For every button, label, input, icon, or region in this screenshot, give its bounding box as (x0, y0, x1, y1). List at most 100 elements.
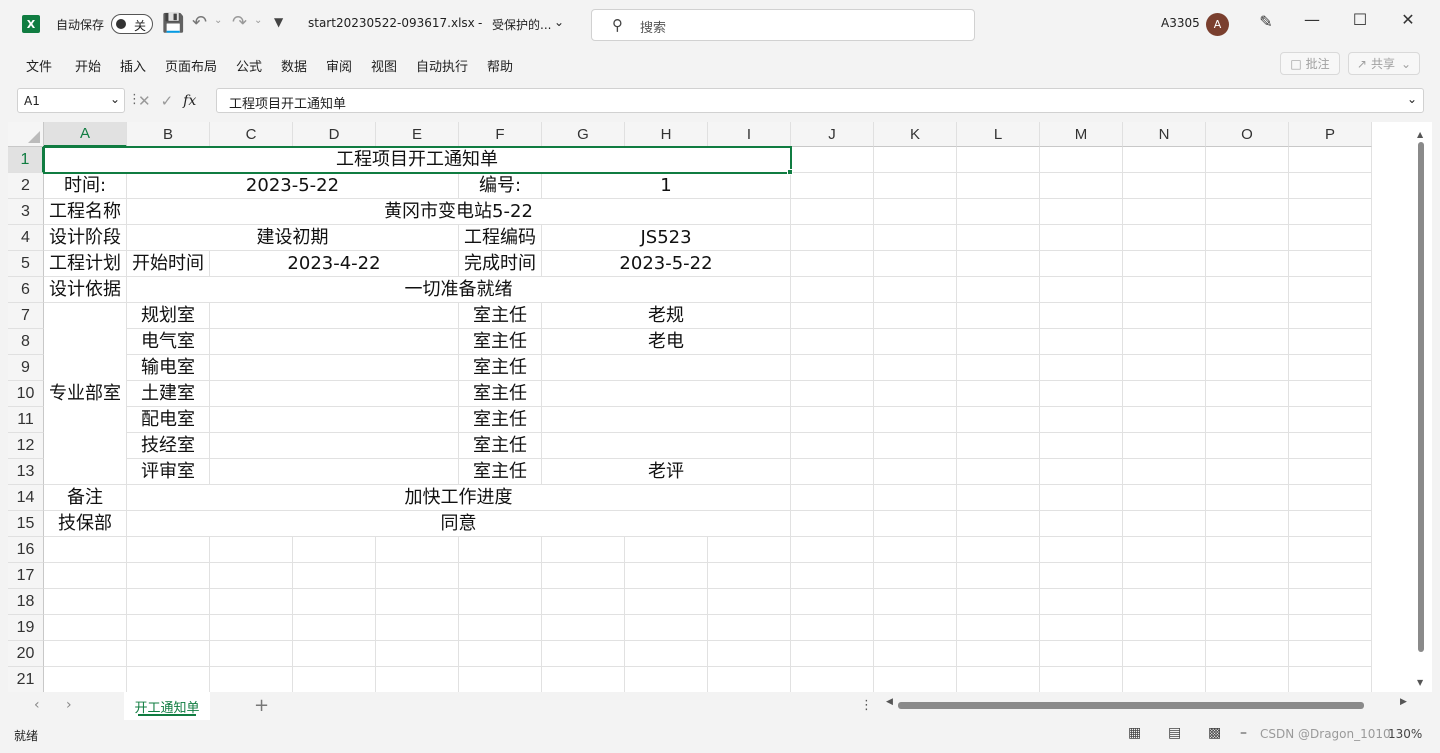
name-box[interactable]: A1 ⌄ (17, 88, 125, 113)
zoom-out-icon[interactable]: – (1240, 725, 1247, 741)
row-header-10[interactable]: 10 (8, 381, 44, 407)
menu-formulas[interactable]: 公式 (236, 56, 262, 75)
cell-time-label[interactable]: 时间: (44, 173, 126, 198)
row-header-5[interactable]: 5 (8, 251, 44, 277)
cancel-icon[interactable]: ✕ (138, 92, 151, 110)
close-button[interactable]: ✕ (1396, 10, 1420, 29)
column-header-g[interactable]: G (542, 122, 625, 147)
comment-button[interactable]: □ 批注 (1280, 52, 1340, 75)
column-header-b[interactable]: B (127, 122, 210, 147)
vertical-scrollbar[interactable]: ▲ ▼ (1416, 130, 1426, 692)
row-header-8[interactable]: 8 (8, 329, 44, 355)
cell-dept-name[interactable]: 电气室 (127, 329, 209, 354)
avatar[interactable]: A (1206, 13, 1229, 36)
cell-dept-blank[interactable] (210, 381, 458, 406)
fill-handle[interactable] (787, 169, 793, 175)
column-header-l[interactable]: L (957, 122, 1040, 147)
cell-dept-person[interactable] (542, 355, 790, 380)
autosave-toggle[interactable]: 关 (111, 14, 153, 34)
select-all-corner[interactable] (8, 122, 44, 147)
cell-remark-value[interactable]: 加快工作进度 (127, 485, 790, 510)
cell-dept-name[interactable]: 配电室 (127, 407, 209, 432)
column-header-n[interactable]: N (1123, 122, 1206, 147)
cell-dept-name[interactable]: 土建室 (127, 381, 209, 406)
cell-dept-label[interactable]: 专业部室 (44, 303, 126, 484)
protected-label[interactable]: 受保护的... (492, 16, 551, 33)
menu-insert[interactable]: 插入 (120, 56, 146, 75)
page-break-view-icon[interactable]: ▩ (1208, 725, 1221, 741)
cell-dept-blank[interactable] (210, 355, 458, 380)
save-icon[interactable]: 💾 (162, 13, 184, 34)
cell-start-label[interactable]: 开始时间 (127, 251, 209, 276)
cell-tech-value[interactable]: 同意 (127, 511, 790, 536)
row-header-7[interactable]: 7 (8, 303, 44, 329)
cell-project-code-value[interactable]: JS523 (542, 225, 790, 250)
share-button[interactable]: ↗ 共享 ⌄ (1348, 52, 1420, 75)
menu-file[interactable]: 文件 (26, 56, 52, 75)
column-header-m[interactable]: M (1040, 122, 1123, 147)
cell-time-value[interactable]: 2023-5-22 (127, 173, 458, 198)
undo-icon[interactable]: ↶ (192, 12, 207, 33)
cell-dept-person[interactable]: 老电 (542, 329, 790, 354)
column-header-k[interactable]: K (874, 122, 957, 147)
column-header-c[interactable]: C (210, 122, 293, 147)
sheet-tab-active[interactable]: 开工通知单 (124, 692, 210, 720)
cell-dept-role[interactable]: 室主任 (459, 459, 541, 484)
customize-toolbar-icon[interactable]: ▼ (274, 15, 283, 29)
menu-view[interactable]: 视图 (371, 56, 397, 75)
add-sheet-icon[interactable]: + (254, 695, 269, 716)
cell-tech-label[interactable]: 技保部 (44, 511, 126, 536)
undo-dropdown-icon[interactable]: ⌄ (214, 15, 222, 26)
column-header-a[interactable]: A (44, 122, 127, 147)
cell-dept-role[interactable]: 室主任 (459, 303, 541, 328)
cell-dept-role[interactable]: 室主任 (459, 433, 541, 458)
cell-design-stage-label[interactable]: 设计阶段 (44, 225, 126, 250)
column-header-e[interactable]: E (376, 122, 459, 147)
row-header-6[interactable]: 6 (8, 277, 44, 303)
cell-dept-role[interactable]: 室主任 (459, 329, 541, 354)
row-header-15[interactable]: 15 (8, 511, 44, 537)
search-box[interactable]: ⚲ 搜索 (591, 9, 975, 41)
cell-dept-blank[interactable] (210, 459, 458, 484)
expand-formula-icon[interactable]: ⌄ (1407, 92, 1417, 106)
column-header-p[interactable]: P (1289, 122, 1372, 147)
cell-dept-blank[interactable] (210, 303, 458, 328)
row-header-12[interactable]: 12 (8, 433, 44, 459)
row-header-19[interactable]: 19 (8, 615, 44, 641)
menu-page-layout[interactable]: 页面布局 (165, 56, 217, 75)
menu-automate[interactable]: 自动执行 (416, 56, 468, 75)
row-header-16[interactable]: 16 (8, 537, 44, 563)
name-box-chevron-icon[interactable]: ⌄ (110, 92, 120, 106)
page-layout-view-icon[interactable]: ▤ (1168, 725, 1181, 741)
vertical-scroll-thumb[interactable] (1418, 142, 1424, 652)
scroll-left-icon[interactable]: ◀ (886, 697, 893, 707)
column-header-o[interactable]: O (1206, 122, 1289, 147)
menu-review[interactable]: 审阅 (326, 56, 352, 75)
menu-data[interactable]: 数据 (281, 56, 307, 75)
tab-options-icon[interactable]: ⋮ (860, 698, 873, 713)
spreadsheet-grid[interactable]: A B C D E F G H I J K L M N O P 1 2 3 4 5 6 7 8 9 10 11 12 13 14 15 16 1… (8, 122, 1432, 692)
row-header-2[interactable]: 2 (8, 173, 44, 199)
cell-dept-person[interactable] (542, 381, 790, 406)
cell-dept-blank[interactable] (210, 433, 458, 458)
column-header-i[interactable]: I (708, 122, 791, 147)
cell-start-value[interactable]: 2023-4-22 (210, 251, 458, 276)
minimize-button[interactable]: — (1300, 10, 1324, 29)
column-header-j[interactable]: J (791, 122, 874, 147)
zoom-level[interactable]: 130% (1388, 727, 1422, 741)
redo-icon[interactable]: ↷ (232, 12, 247, 33)
cell-project-name-label[interactable]: 工程名称 (44, 199, 126, 224)
horizontal-scroll-thumb[interactable] (898, 702, 1364, 709)
cell-dept-person[interactable] (542, 433, 790, 458)
scroll-down-icon[interactable]: ▼ (1417, 678, 1423, 687)
menu-home[interactable]: 开始 (75, 56, 101, 75)
cell-finish-label[interactable]: 完成时间 (459, 251, 541, 276)
next-sheet-icon[interactable]: › (66, 697, 72, 713)
scroll-up-icon[interactable]: ▲ (1417, 130, 1423, 139)
cell-dept-role[interactable]: 室主任 (459, 407, 541, 432)
prev-sheet-icon[interactable]: ‹ (34, 697, 40, 713)
row-header-20[interactable]: 20 (8, 641, 44, 667)
cell-dept-blank[interactable] (210, 407, 458, 432)
cell-dept-person[interactable]: 老规 (542, 303, 790, 328)
row-header-1[interactable]: 1 (8, 147, 44, 173)
